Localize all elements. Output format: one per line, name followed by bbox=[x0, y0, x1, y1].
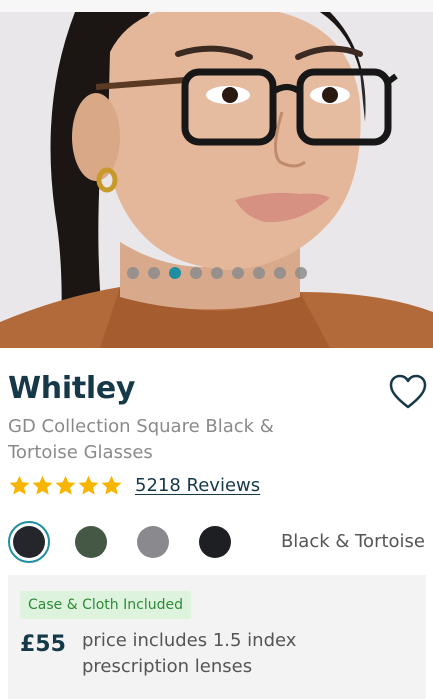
product-photo bbox=[0, 12, 433, 348]
gallery-pagination bbox=[0, 267, 433, 279]
gallery-dot[interactable] bbox=[273, 267, 286, 279]
color-swatch-fill bbox=[13, 526, 45, 558]
color-swatch[interactable] bbox=[194, 521, 236, 563]
color-swatch[interactable] bbox=[70, 521, 112, 563]
color-swatch[interactable] bbox=[8, 521, 50, 563]
star-icon bbox=[101, 475, 122, 495]
favorite-button[interactable] bbox=[389, 374, 427, 410]
product-title: Whitley bbox=[8, 371, 136, 406]
color-swatch-fill bbox=[75, 526, 107, 558]
reviews-link[interactable]: 5218 Reviews bbox=[135, 475, 260, 496]
star-icon bbox=[55, 475, 76, 495]
star-icon bbox=[9, 475, 30, 495]
gallery-dot[interactable] bbox=[189, 267, 202, 279]
color-swatches bbox=[8, 521, 256, 563]
gallery-dot[interactable] bbox=[147, 267, 160, 279]
included-badge: Case & Cloth Included bbox=[20, 591, 191, 619]
rating-row: 5218 Reviews bbox=[8, 474, 260, 497]
selected-color-label: Black & Tortoise bbox=[280, 531, 425, 552]
color-swatch-fill bbox=[199, 526, 231, 558]
color-swatch-fill bbox=[137, 526, 169, 558]
color-swatch[interactable] bbox=[132, 521, 174, 563]
price-note: price includes 1.5 index prescription le… bbox=[82, 630, 297, 677]
star-rating bbox=[8, 474, 123, 497]
gallery-dot[interactable] bbox=[231, 267, 244, 279]
star-icon bbox=[78, 475, 99, 495]
product-subtitle: GD Collection Square Black & Tortoise Gl… bbox=[8, 416, 274, 463]
gallery-dot[interactable] bbox=[168, 267, 181, 279]
gallery-dot[interactable] bbox=[252, 267, 265, 279]
gallery-dot[interactable] bbox=[294, 267, 307, 279]
price-panel: Case & Cloth Included £55 price includes… bbox=[8, 575, 426, 699]
product-image-gallery[interactable] bbox=[0, 12, 433, 348]
gallery-dot[interactable] bbox=[126, 267, 139, 279]
gallery-dot[interactable] bbox=[210, 267, 223, 279]
heart-outline-icon bbox=[389, 374, 427, 409]
star-icon bbox=[32, 475, 53, 495]
price-value: £55 bbox=[20, 632, 66, 657]
